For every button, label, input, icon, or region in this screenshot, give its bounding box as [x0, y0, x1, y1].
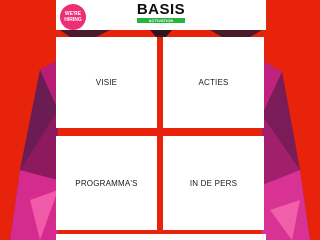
- tile-programmas[interactable]: PROGRAMMA'S: [56, 136, 157, 230]
- basis-logo[interactable]: BASIS ACTIVATION MARKETING: [136, 1, 186, 28]
- logo-wordmark: BASIS: [136, 1, 186, 18]
- low-poly-figure-graphic: [10, 30, 310, 240]
- tile-label: VISIE: [95, 78, 118, 87]
- tile-label: ACTIES: [198, 78, 229, 87]
- hiring-badge-line2: HIRING: [64, 17, 82, 23]
- bottom-tile-strip: [56, 234, 266, 240]
- tile-label: IN DE PERS: [189, 178, 238, 188]
- logo-tagline: ACTIVATION MARKETING: [137, 18, 185, 28]
- tile-visie[interactable]: VISIE: [56, 37, 157, 128]
- tile-in-de-pers[interactable]: IN DE PERS: [163, 136, 264, 230]
- hiring-badge[interactable]: WE'RE HIRING: [60, 4, 86, 30]
- page-background: WE'RE HIRING BASIS ACTIVATION MARKETING …: [0, 0, 320, 240]
- tile-label: PROGRAMMA'S: [75, 178, 138, 188]
- tile-acties[interactable]: ACTIES: [163, 37, 264, 128]
